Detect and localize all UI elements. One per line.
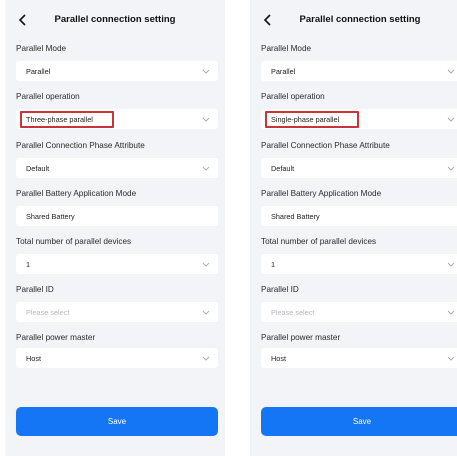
battery-mode-select[interactable]: Shared Battery <box>261 206 457 226</box>
label-device-count: Total number of parallel devices <box>16 237 132 246</box>
select-value: 1 <box>26 260 31 269</box>
label-parallel-mode: Parallel Mode <box>261 44 312 53</box>
save-button[interactable]: Save <box>16 407 218 436</box>
label-power-master: Parallel power master <box>261 333 341 342</box>
phase-attribute-select[interactable]: Default <box>16 158 218 178</box>
parallel-operation-select[interactable]: Single-phase parallel <box>261 109 457 129</box>
select-value: Single-phase parallel <box>271 115 340 124</box>
select-placeholder: Please select <box>26 308 70 317</box>
select-value: Default <box>26 164 50 173</box>
chevron-down-icon <box>446 259 456 269</box>
chevron-down-icon <box>201 259 211 269</box>
label-parallel-operation: Parallel operation <box>16 92 80 101</box>
chevron-down-icon <box>201 163 211 173</box>
settings-screen-right: Parallel connection setting Parallel Mod… <box>250 0 457 456</box>
label-parallel-operation: Parallel operation <box>261 92 325 101</box>
label-power-master: Parallel power master <box>16 333 96 342</box>
battery-mode-select[interactable]: Shared Battery <box>16 206 218 226</box>
chevron-down-icon <box>201 307 211 317</box>
settings-screen-left: Parallel connection setting Parallel Mod… <box>5 0 225 456</box>
chevron-down-icon <box>201 353 211 363</box>
select-value: Host <box>26 354 42 363</box>
page-title: Parallel connection setting <box>54 14 176 25</box>
parallel-mode-select[interactable]: Parallel <box>261 61 457 81</box>
label-parallel-id: Parallel ID <box>16 285 54 294</box>
parallel-id-select[interactable]: Please select <box>261 302 457 322</box>
chevron-down-icon <box>201 114 211 124</box>
chevron-down-icon <box>446 307 456 317</box>
select-value: Three-phase parallel <box>26 115 93 124</box>
label-phase-attribute: Parallel Connection Phase Attribute <box>261 141 390 150</box>
select-value: 1 <box>271 260 276 269</box>
label-battery-mode: Parallel Battery Application Mode <box>16 189 137 198</box>
chevron-down-icon <box>446 353 456 363</box>
header-bar: Parallel connection setting <box>5 10 225 32</box>
label-battery-mode: Parallel Battery Application Mode <box>261 189 382 198</box>
select-value: Parallel <box>271 67 296 76</box>
parallel-mode-select[interactable]: Parallel <box>16 61 218 81</box>
power-master-select[interactable]: Host <box>261 348 457 368</box>
select-value: Default <box>271 164 295 173</box>
header-bar: Parallel connection setting <box>250 10 457 32</box>
select-value: Shared Battery <box>271 212 320 221</box>
parallel-operation-select[interactable]: Three-phase parallel <box>16 109 218 129</box>
save-button[interactable]: Save <box>261 407 457 436</box>
label-device-count: Total number of parallel devices <box>261 237 377 246</box>
device-count-select[interactable]: 1 <box>261 254 457 274</box>
chevron-down-icon <box>446 66 456 76</box>
chevron-down-icon <box>446 163 456 173</box>
label-parallel-id: Parallel ID <box>261 285 299 294</box>
page-title: Parallel connection setting <box>299 14 421 25</box>
phase-attribute-select[interactable]: Default <box>261 158 457 178</box>
chevron-down-icon <box>201 66 211 76</box>
select-value: Host <box>271 354 287 363</box>
label-parallel-mode: Parallel Mode <box>16 44 67 53</box>
parallel-id-select[interactable]: Please select <box>16 302 218 322</box>
chevron-down-icon <box>446 114 456 124</box>
power-master-select[interactable]: Host <box>16 348 218 368</box>
select-value: Shared Battery <box>26 212 75 221</box>
device-count-select[interactable]: 1 <box>16 254 218 274</box>
select-placeholder: Please select <box>271 308 315 317</box>
select-value: Parallel <box>26 67 51 76</box>
label-phase-attribute: Parallel Connection Phase Attribute <box>16 141 145 150</box>
